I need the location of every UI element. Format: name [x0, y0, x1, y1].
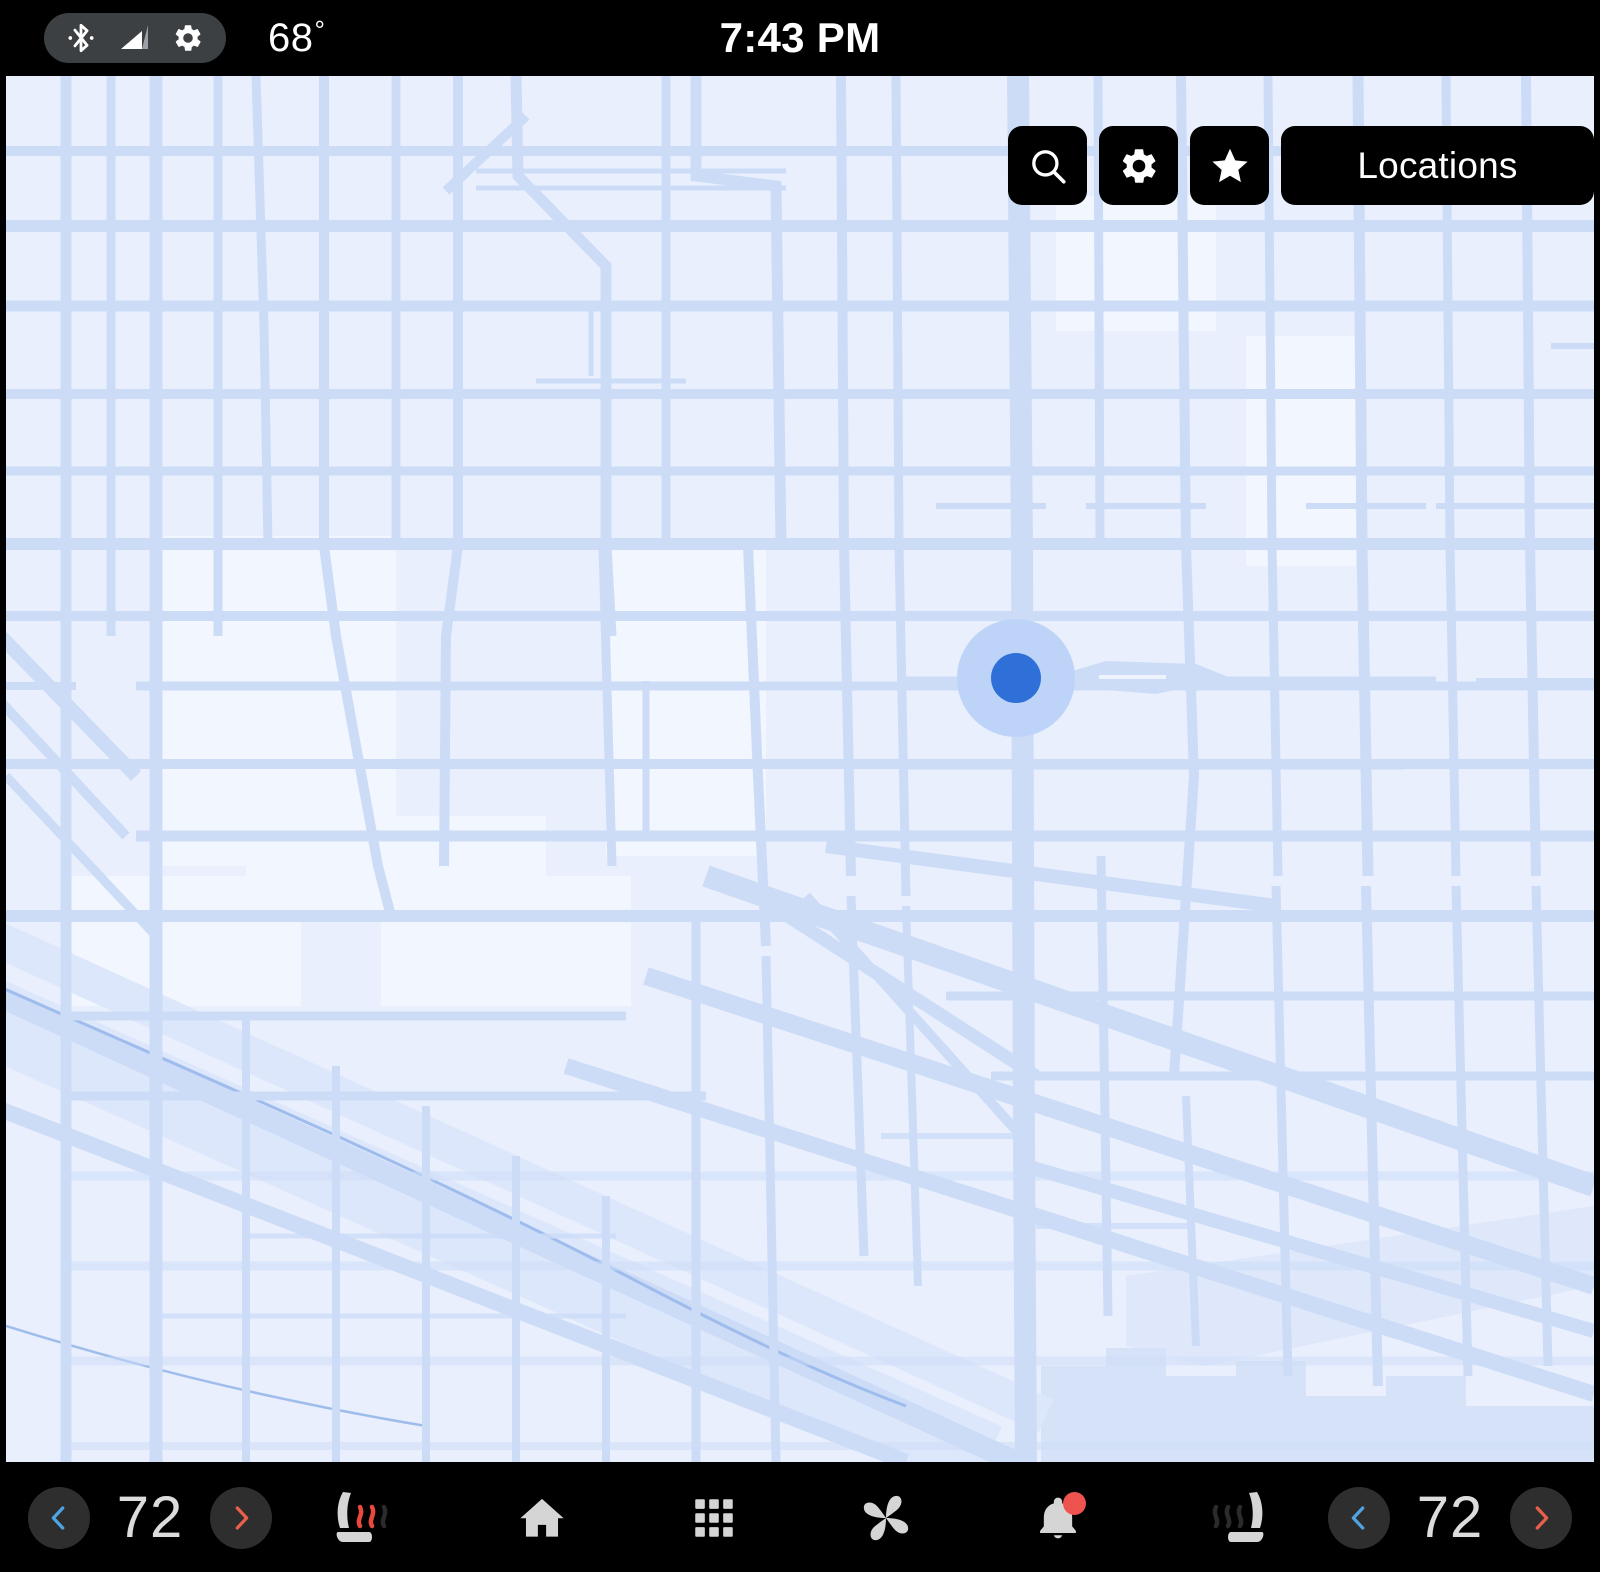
chevron-left-icon — [1351, 1505, 1365, 1530]
driver-temp-increase-button[interactable] — [210, 1486, 272, 1549]
bottom-nav-bar: 72 72 — [0, 1463, 1600, 1572]
search-button[interactable] — [1008, 126, 1087, 205]
chevron-left-icon — [51, 1505, 65, 1530]
search-icon — [1027, 145, 1069, 187]
clock-value: 7:43 PM — [719, 14, 881, 61]
status-bar: 68 ° 7:43 PM — [0, 0, 1600, 76]
apps-button[interactable] — [672, 1476, 756, 1560]
fan-icon — [858, 1490, 914, 1546]
passenger-temp-increase-button[interactable] — [1510, 1486, 1572, 1549]
chevron-right-icon — [1535, 1505, 1549, 1530]
passenger-temperature-value: 72 — [1416, 1484, 1484, 1550]
clock: 7:43 PM — [0, 13, 1600, 63]
grid-icon — [689, 1493, 739, 1543]
favorites-button[interactable] — [1190, 126, 1269, 205]
passenger-climate-controls: 72 — [1190, 1463, 1572, 1572]
map-settings-button[interactable] — [1099, 126, 1178, 205]
seat-heater-icon — [323, 1482, 401, 1553]
passenger-seat-heater-button[interactable] — [1190, 1480, 1286, 1556]
gear-icon — [1118, 145, 1160, 187]
location-dot — [991, 653, 1041, 703]
passenger-temp-decrease-button[interactable] — [1328, 1486, 1390, 1549]
notification-badge — [1063, 1491, 1086, 1515]
current-location-marker — [957, 619, 1075, 737]
driver-climate-controls: 72 — [28, 1463, 410, 1572]
home-button[interactable] — [500, 1476, 584, 1560]
infotainment-screen: 68 ° 7:43 PM Locations 72 72 — [0, 0, 1600, 1572]
map-vector — [6, 76, 1594, 1462]
driver-seat-heater-button[interactable] — [314, 1480, 410, 1556]
map-toolbar: Locations — [1008, 126, 1594, 205]
notifications-button[interactable] — [1016, 1476, 1100, 1560]
locations-button-label: Locations — [1357, 144, 1518, 186]
map-frame: Locations — [0, 76, 1600, 1463]
chevron-right-icon — [235, 1505, 249, 1530]
driver-temperature-value: 72 — [116, 1484, 184, 1550]
star-icon — [1208, 144, 1252, 188]
map-canvas[interactable] — [6, 76, 1594, 1462]
home-icon — [516, 1492, 568, 1544]
seat-heater-icon — [1199, 1482, 1277, 1553]
driver-temp-decrease-button[interactable] — [28, 1486, 90, 1549]
climate-button[interactable] — [844, 1476, 928, 1560]
locations-button[interactable]: Locations — [1281, 126, 1594, 205]
